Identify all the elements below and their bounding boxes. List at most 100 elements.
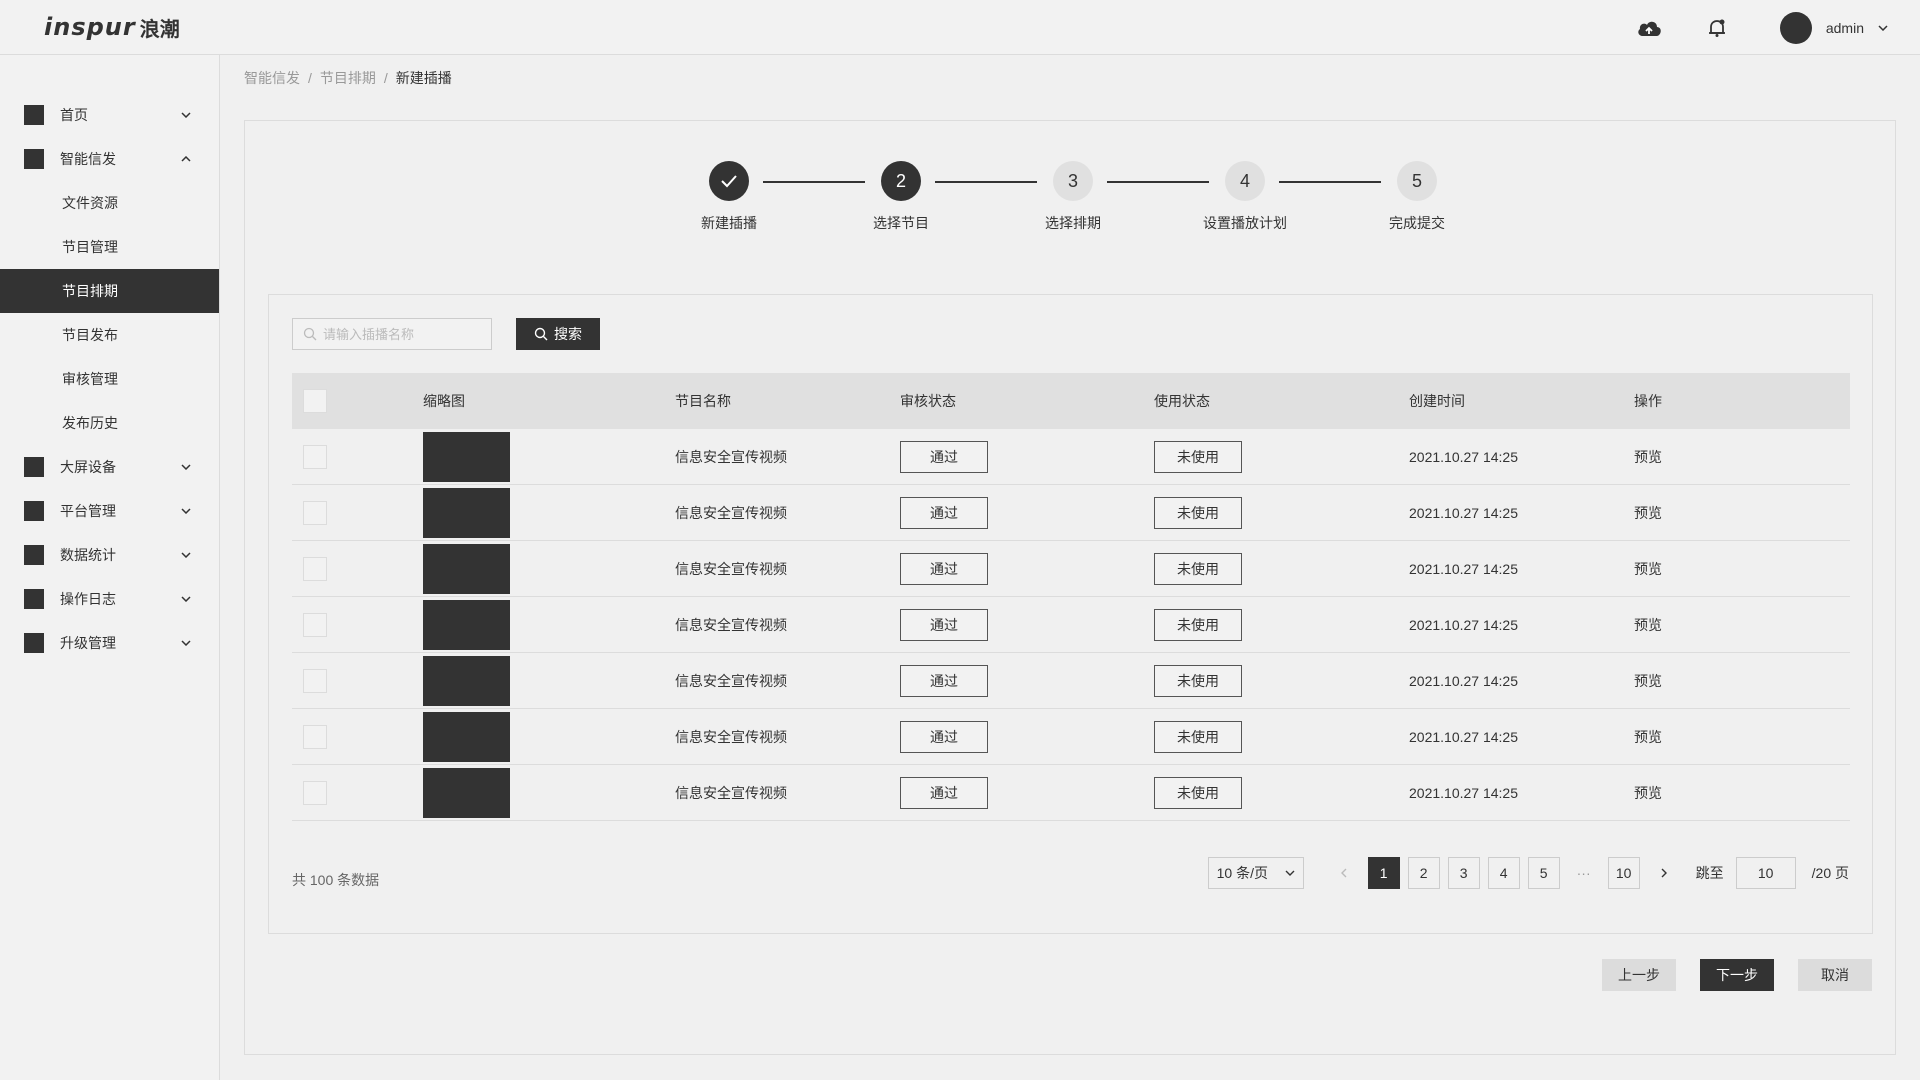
sidebar-item-operation-log[interactable]: 操作日志 [0,577,219,621]
pagination-ellipsis[interactable]: ··· [1568,857,1600,889]
page-number[interactable]: 2 [1407,857,1440,889]
preview-link[interactable]: 预览 [1634,561,1662,577]
preview-link[interactable]: 预览 [1634,505,1662,521]
top-header: inspur 浪潮 admin [0,0,1920,55]
smart-publish-icon [24,149,44,169]
search-button-label: 搜索 [554,326,582,342]
page-number[interactable]: 1 [1367,857,1400,889]
step-4: 4 设置播放计划 [1175,161,1315,233]
select-all-checkbox[interactable] [303,389,327,413]
program-table-card: 搜索 缩略图 节目名称 审核状态 使用状态 创建时间 操作 信息安全宣传视频通过… [268,294,1873,934]
audit-status-badge: 通过 [900,552,988,585]
username[interactable]: admin [1826,20,1864,36]
search-input[interactable] [323,326,483,342]
sidebar-item-upgrade[interactable]: 升级管理 [0,621,219,665]
row-checkbox[interactable] [303,668,327,693]
preview-link[interactable]: 预览 [1634,617,1662,633]
prev-step-button[interactable]: 上一步 [1602,959,1676,991]
check-icon [709,161,749,201]
search-button[interactable]: 搜索 [516,318,600,350]
step-2: 2 选择节目 [831,161,971,233]
preview-link[interactable]: 预览 [1634,729,1662,745]
step-indicator: 新建插播 2 选择节目 3 选择排期 4 设置播放计划 5 完成提交 [245,161,1895,241]
row-checkbox[interactable] [303,500,327,525]
logo-text-en: inspur [44,13,136,41]
column-header: 使用状态 [1154,393,1210,409]
program-name: 信息安全宣传视频 [675,560,787,577]
column-header: 节目名称 [675,393,731,409]
sidebar-item-big-screen[interactable]: 大屏设备 [0,445,219,489]
sidebar-sub-program-management[interactable]: 节目管理 [0,225,219,269]
step-5: 5 完成提交 [1347,161,1487,233]
step-label: 完成提交 [1389,215,1445,231]
prev-page-button[interactable] [1328,857,1360,889]
table-row: 信息安全宣传视频 通过 未使用 2021.10.27 14:25 预览 [292,541,1850,597]
page-number[interactable]: 3 [1447,857,1480,889]
column-header: 缩略图 [423,393,465,409]
chevron-down-icon [179,504,193,518]
preview-link[interactable]: 预览 [1634,673,1662,689]
sidebar-sub-program-publish[interactable]: 节目发布 [0,313,219,357]
page-number-last[interactable]: 10 [1607,857,1640,889]
step-label: 选择节目 [873,215,929,231]
preview-link[interactable]: 预览 [1634,449,1662,465]
row-checkbox[interactable] [303,612,327,637]
thumbnail [423,655,510,706]
bell-icon[interactable] [1702,13,1732,43]
statistics-icon [24,545,44,565]
step-number: 2 [881,161,921,201]
preview-link[interactable]: 预览 [1634,785,1662,801]
sidebar-item-statistics[interactable]: 数据统计 [0,533,219,577]
breadcrumb-item[interactable]: 节目排期 [320,68,376,88]
program-name: 信息安全宣传视频 [675,504,787,521]
pagination: 10 条/页 1 2 3 4 5 ··· 10 跳至 /20 页 [1207,857,1849,889]
logo-text-cn: 浪潮 [139,18,180,41]
cloud-upload-icon[interactable] [1634,13,1664,43]
sidebar-item-label: 智能信发 [60,151,116,167]
sidebar-sub-file-resources[interactable]: 文件资源 [0,181,219,225]
sidebar-sub-publish-history[interactable]: 发布历史 [0,401,219,445]
audit-status-badge: 通过 [900,496,988,529]
platform-icon [24,501,44,521]
breadcrumb-current: 新建插播 [395,70,452,86]
chevron-down-icon[interactable] [1876,21,1890,35]
created-time: 2021.10.27 14:25 [1409,728,1518,745]
chevron-down-icon [179,592,193,606]
avatar[interactable] [1779,11,1812,44]
use-status-badge: 未使用 [1154,496,1242,529]
audit-status-badge: 通过 [900,664,988,697]
next-step-button[interactable]: 下一步 [1700,959,1774,991]
program-name: 信息安全宣传视频 [675,448,787,465]
sidebar-sub-program-schedule[interactable]: 节目排期 [0,269,219,313]
row-checkbox[interactable] [303,780,327,805]
search-icon [534,327,548,341]
page-size-select[interactable]: 10 条/页 [1207,857,1304,889]
sidebar-item-label: 平台管理 [60,503,116,519]
sidebar-item-platform[interactable]: 平台管理 [0,489,219,533]
step-1: 新建插播 [659,161,799,233]
row-checkbox[interactable] [303,444,327,469]
row-checkbox[interactable] [303,556,327,581]
sidebar-item-home[interactable]: 首页 [0,93,219,137]
chevron-up-icon [179,152,193,166]
screen-icon [24,457,44,477]
page-number[interactable]: 4 [1487,857,1520,889]
jump-field[interactable] [1735,857,1796,889]
breadcrumb-item[interactable]: 智能信发 [244,68,300,88]
jump-label: 跳至 [1695,865,1724,881]
table-body: 信息安全宣传视频 通过 未使用 2021.10.27 14:25 预览 信息安全宣传视频通… [292,429,1850,821]
next-page-button[interactable] [1648,857,1680,889]
sidebar-item-label: 操作日志 [60,591,116,607]
jump-input[interactable] [1740,865,1791,881]
sidebar-item-smart-publish[interactable]: 智能信发 [0,137,219,181]
sidebar-sub-audit-management[interactable]: 审核管理 [0,357,219,401]
table-row: 信息安全宣传视频 通过 未使用 2021.10.27 14:25 预览 [292,429,1850,485]
search-field[interactable] [292,318,492,350]
cancel-button[interactable]: 取消 [1798,959,1872,991]
program-name: 信息安全宣传视频 [675,784,787,801]
row-checkbox[interactable] [303,724,327,749]
page-number[interactable]: 5 [1527,857,1560,889]
created-time: 2021.10.27 14:25 [1409,784,1518,801]
step-number: 4 [1225,161,1265,201]
chevron-right-icon [1661,868,1667,878]
